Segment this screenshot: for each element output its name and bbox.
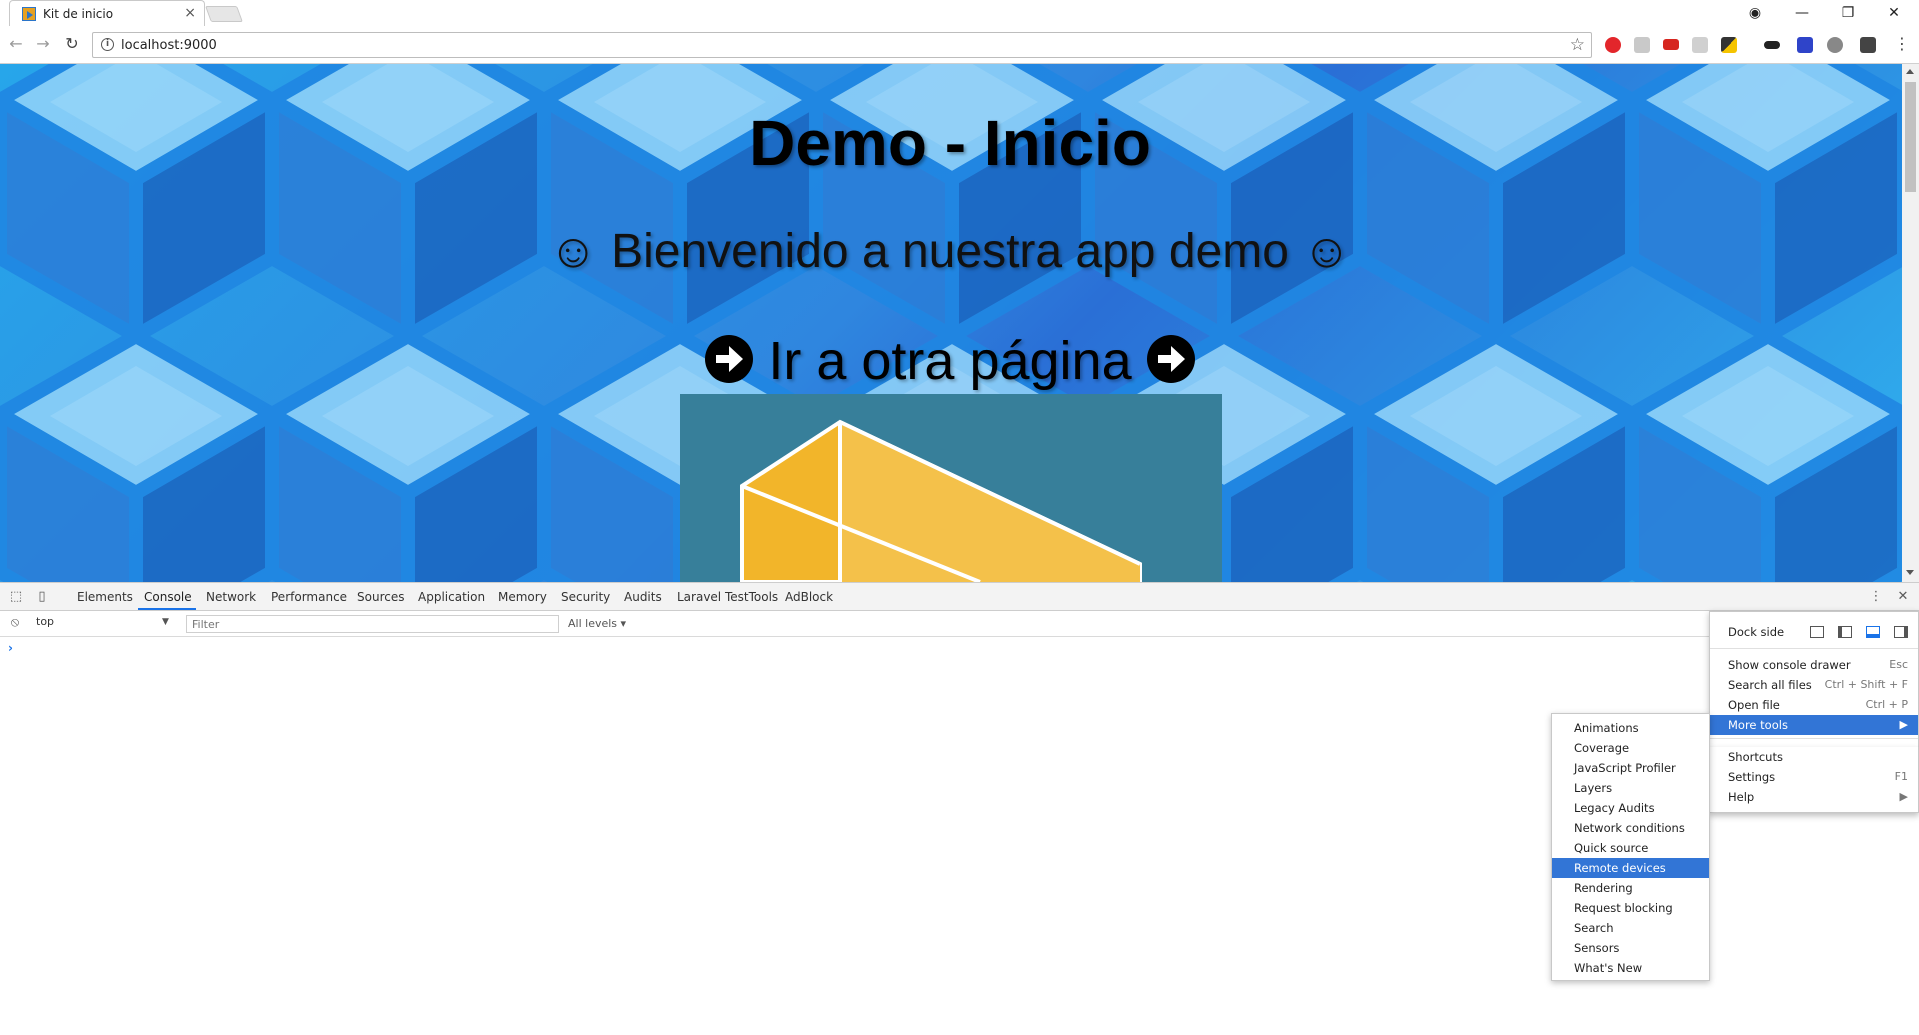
gold-cube-graphic <box>740 419 1142 582</box>
tab-network[interactable]: Network <box>206 590 256 604</box>
submenu-arrow-icon: ▶ <box>1899 718 1908 731</box>
tab-audits[interactable]: Audits <box>624 590 662 604</box>
menu-item-open-file[interactable]: Open file Ctrl + P <box>1710 695 1918 715</box>
hero-image <box>680 394 1222 582</box>
url-text[interactable]: localhost:9000 <box>121 38 217 53</box>
scroll-thumb[interactable] <box>1905 82 1916 192</box>
tab-title: Kit de inicio <box>43 7 114 21</box>
page-viewport: Demo - Inicio ☺ Bienvenido a nuestra app… <box>0 64 1919 582</box>
favicon-icon <box>22 7 36 21</box>
submenu-item-network-conditions[interactable]: Network conditions <box>1552 818 1709 838</box>
menu-item-search-all-files[interactable]: Search all files Ctrl + Shift + F <box>1710 675 1918 695</box>
menu-item-more-tools[interactable]: More tools ▶ <box>1710 715 1918 735</box>
link-text[interactable]: Ir a otra página <box>768 331 1131 391</box>
minimize-button[interactable]: — <box>1787 2 1817 24</box>
menu-separator <box>1710 648 1918 649</box>
dock-left-icon[interactable] <box>1838 626 1852 638</box>
devtools-main-menu-lower: Shortcuts Settings F1 Help ▶ <box>1709 747 1919 813</box>
pdf-extension-icon[interactable] <box>1634 37 1650 53</box>
window-close-button[interactable]: ✕ <box>1879 2 1909 24</box>
console-prompt[interactable]: › <box>8 641 13 655</box>
scroll-down-icon[interactable] <box>1906 570 1914 575</box>
restore-button[interactable]: ❐ <box>1833 2 1863 24</box>
profile-icon[interactable]: ◉ <box>1740 2 1770 24</box>
opera-extension-icon[interactable] <box>1605 37 1621 53</box>
submenu-item-coverage[interactable]: Coverage <box>1552 738 1709 758</box>
submenu-item-quick-source[interactable]: Quick source <box>1552 838 1709 858</box>
forward-button[interactable]: → <box>33 34 53 54</box>
log-levels-select[interactable]: All levels ▾ <box>568 617 626 630</box>
console-filter-input[interactable] <box>186 615 559 633</box>
page-title: Demo - Inicio <box>749 107 1151 179</box>
dock-bottom-icon[interactable] <box>1866 626 1880 638</box>
menu-item-shortcuts[interactable]: Shortcuts <box>1710 747 1918 767</box>
menu-separator <box>1710 738 1918 739</box>
reload-button[interactable]: ↻ <box>62 34 82 54</box>
submenu-item-layers[interactable]: Layers <box>1552 778 1709 798</box>
glasses-extension-icon[interactable] <box>1764 41 1780 49</box>
devtools-close-icon[interactable]: ✕ <box>1895 589 1911 605</box>
context-select[interactable]: top <box>36 615 176 633</box>
bookmark-extension-icon[interactable] <box>1797 37 1813 53</box>
devtools-more-icon[interactable]: ⋮ <box>1868 589 1884 605</box>
tab-application[interactable]: Application <box>418 590 485 604</box>
menu-item-show-console-drawer[interactable]: Show console drawer Esc <box>1710 655 1918 675</box>
info-icon[interactable]: i <box>101 38 114 51</box>
arrow-right-icon <box>1146 335 1195 383</box>
submenu-item-rendering[interactable]: Rendering <box>1552 878 1709 898</box>
menu-item-help[interactable]: Help ▶ <box>1710 787 1918 807</box>
browser-toolbar: ← → ↻ i localhost:9000 ☆ ⋮ <box>0 26 1919 64</box>
submenu-item-sensors[interactable]: Sensors <box>1552 938 1709 958</box>
devtools-tab-bar: ⬚ ▯ Elements Console Network Performance… <box>0 583 1919 611</box>
tab-performance[interactable]: Performance <box>271 590 347 604</box>
tab-adblock[interactable]: AdBlock <box>785 590 833 604</box>
submenu-item-animations[interactable]: Animations <box>1552 718 1709 738</box>
welcome-text: ☺ Bienvenido a nuestra app demo ☺ <box>548 225 1352 278</box>
chrome-menu-button[interactable]: ⋮ <box>1892 34 1912 54</box>
pen-extension-icon[interactable] <box>1721 37 1737 53</box>
active-tab-indicator <box>138 608 196 610</box>
tab-memory[interactable]: Memory <box>498 590 547 604</box>
submenu-item-whats-new[interactable]: What's New <box>1552 958 1709 978</box>
menu-item-settings[interactable]: Settings F1 <box>1710 767 1918 787</box>
tab-close-icon[interactable]: × <box>184 5 196 21</box>
submenu-arrow-icon: ▶ <box>1899 790 1908 803</box>
tab-laravel-testtools[interactable]: Laravel TestTools <box>677 590 778 604</box>
arrow-right-icon <box>705 335 754 383</box>
youtube-extension-icon[interactable] <box>1663 39 1679 50</box>
device-toolbar-icon[interactable]: ▯ <box>34 589 50 605</box>
scroll-up-icon[interactable] <box>1906 69 1914 74</box>
tab-security[interactable]: Security <box>561 590 610 604</box>
bookmark-star-icon[interactable]: ☆ <box>1570 35 1585 55</box>
undock-icon[interactable] <box>1810 626 1824 638</box>
back-button[interactable]: ← <box>6 34 26 54</box>
tab-strip: Kit de inicio × ◉ — ❐ ✕ <box>0 0 1919 26</box>
tab-console[interactable]: Console <box>144 590 192 604</box>
inspect-element-icon[interactable]: ⬚ <box>8 589 24 605</box>
new-tab-button[interactable] <box>205 6 243 22</box>
submenu-item-request-blocking[interactable]: Request blocking <box>1552 898 1709 918</box>
browser-tab[interactable]: Kit de inicio × <box>9 0 205 26</box>
more-tools-submenu: Animations Coverage JavaScript Profiler … <box>1551 713 1710 981</box>
address-bar[interactable]: i localhost:9000 ☆ <box>92 32 1592 58</box>
bolt-extension-icon[interactable] <box>1827 37 1843 53</box>
pocket-extension-icon[interactable] <box>1860 37 1876 53</box>
grid-extension-icon[interactable] <box>1692 37 1708 53</box>
dock-right-icon[interactable] <box>1894 626 1908 638</box>
submenu-item-remote-devices[interactable]: Remote devices <box>1552 858 1709 878</box>
submenu-item-search[interactable]: Search <box>1552 918 1709 938</box>
submenu-item-legacy-audits[interactable]: Legacy Audits <box>1552 798 1709 818</box>
context-dropdown-icon[interactable]: ▼ <box>162 617 169 627</box>
console-toolbar: ⦸ top ▼ All levels ▾ <box>0 611 1919 637</box>
go-to-page-link[interactable]: Ir a otra página <box>0 330 1900 392</box>
tab-sources[interactable]: Sources <box>357 590 404 604</box>
tab-elements[interactable]: Elements <box>77 590 133 604</box>
clear-console-icon[interactable]: ⦸ <box>7 615 23 631</box>
page-scrollbar[interactable] <box>1902 64 1919 582</box>
submenu-item-javascript-profiler[interactable]: JavaScript Profiler <box>1552 758 1709 778</box>
dock-side-label: Dock side <box>1728 625 1785 639</box>
